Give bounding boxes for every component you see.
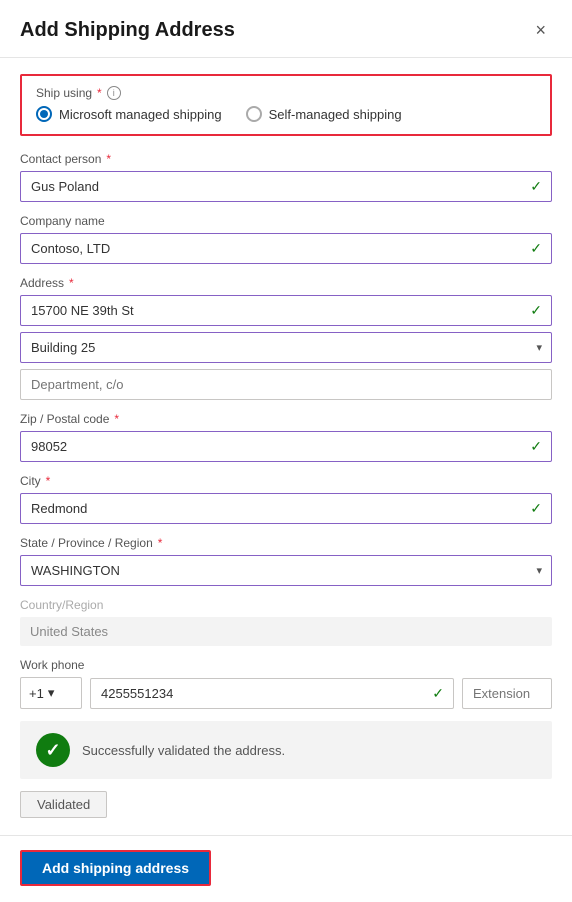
work-phone-field: Work phone +1 ▾ ✓ — [20, 658, 552, 709]
phone-row: +1 ▾ ✓ — [20, 677, 552, 709]
work-phone-label: Work phone — [20, 658, 552, 672]
address-field: Address * ✓ ▾ — [20, 276, 552, 400]
address-line1-check-icon: ✓ — [530, 302, 542, 319]
address-line2-input[interactable] — [20, 332, 552, 363]
ship-using-label: Ship using * i — [36, 86, 536, 100]
validated-button-wrapper: Validated — [20, 791, 552, 822]
company-name-label: Company name — [20, 214, 552, 228]
zip-field: Zip / Postal code * ✓ — [20, 412, 552, 462]
company-check-icon: ✓ — [530, 240, 542, 257]
phone-country-selector[interactable]: +1 ▾ — [20, 677, 82, 709]
ship-using-box: Ship using * i Microsoft managed shippin… — [20, 74, 552, 136]
modal-footer: Add shipping address — [0, 835, 572, 902]
phone-check-icon: ✓ — [432, 685, 444, 702]
contact-required: * — [106, 152, 111, 166]
modal-body: Ship using * i Microsoft managed shippin… — [0, 58, 572, 835]
contact-person-wrapper: ✓ — [20, 171, 552, 202]
country-input — [20, 617, 552, 646]
add-shipping-address-modal: Add Shipping Address × Ship using * i Mi… — [0, 0, 572, 902]
required-star: * — [97, 86, 102, 100]
radio-microsoft-outer — [36, 106, 52, 122]
zip-check-icon: ✓ — [530, 438, 542, 455]
radio-microsoft-label: Microsoft managed shipping — [59, 107, 222, 122]
state-field: State / Province / Region * WASHINGTON ▾ — [20, 536, 552, 586]
zip-label: Zip / Postal code * — [20, 412, 552, 426]
state-select-wrapper: WASHINGTON ▾ — [20, 555, 552, 586]
phone-number-wrapper: ✓ — [90, 678, 454, 709]
radio-option-self[interactable]: Self-managed shipping — [246, 106, 402, 122]
zip-wrapper: ✓ — [20, 431, 552, 462]
validation-box: ✓ Successfully validated the address. — [20, 721, 552, 779]
city-wrapper: ✓ — [20, 493, 552, 524]
company-name-input[interactable] — [20, 233, 552, 264]
company-name-wrapper: ✓ — [20, 233, 552, 264]
state-required: * — [158, 536, 163, 550]
country-label: Country/Region — [20, 598, 552, 612]
address-line1-wrapper: ✓ — [20, 295, 552, 326]
country-field: Country/Region — [20, 598, 552, 646]
address-label: Address * — [20, 276, 552, 290]
phone-number-input[interactable] — [90, 678, 454, 709]
phone-extension-input[interactable] — [462, 678, 552, 709]
modal-header: Add Shipping Address × — [0, 0, 572, 58]
address-line3-wrapper — [20, 369, 552, 400]
add-shipping-address-button[interactable]: Add shipping address — [20, 850, 211, 886]
radio-microsoft-inner — [40, 110, 48, 118]
zip-input[interactable] — [20, 431, 552, 462]
city-label: City * — [20, 474, 552, 488]
contact-check-icon: ✓ — [530, 178, 542, 195]
contact-person-input[interactable] — [20, 171, 552, 202]
address-line2-wrapper: ▾ — [20, 332, 552, 363]
contact-person-label: Contact person * — [20, 152, 552, 166]
zip-required: * — [114, 412, 119, 426]
validation-circle: ✓ — [36, 733, 70, 767]
radio-option-microsoft[interactable]: Microsoft managed shipping — [36, 106, 222, 122]
city-field: City * ✓ — [20, 474, 552, 524]
city-check-icon: ✓ — [530, 500, 542, 517]
country-wrapper — [20, 617, 552, 646]
modal-title: Add Shipping Address — [20, 19, 235, 42]
city-required: * — [46, 474, 51, 488]
state-select[interactable]: WASHINGTON — [20, 555, 552, 586]
close-button[interactable]: × — [529, 18, 552, 43]
contact-person-field: Contact person * ✓ — [20, 152, 552, 202]
city-input[interactable] — [20, 493, 552, 524]
address-required: * — [69, 276, 74, 290]
ship-using-radio-group: Microsoft managed shipping Self-managed … — [36, 106, 536, 122]
phone-country-chevron: ▾ — [48, 685, 55, 701]
address-line1-input[interactable] — [20, 295, 552, 326]
state-label: State / Province / Region * — [20, 536, 552, 550]
validation-message: Successfully validated the address. — [82, 743, 285, 758]
phone-country-code: +1 — [29, 686, 44, 701]
info-icon[interactable]: i — [107, 86, 121, 100]
company-name-field: Company name ✓ — [20, 214, 552, 264]
radio-self-outer — [246, 106, 262, 122]
address-line3-input[interactable] — [20, 369, 552, 400]
validation-check-icon: ✓ — [45, 740, 60, 761]
radio-self-label: Self-managed shipping — [269, 107, 402, 122]
validated-button[interactable]: Validated — [20, 791, 107, 818]
